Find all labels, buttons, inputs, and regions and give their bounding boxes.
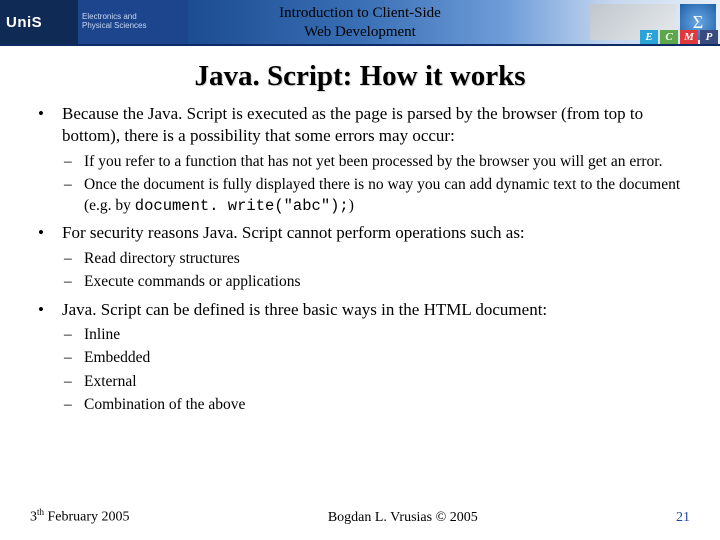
bullet-1: Because the Java. Script is executed as …	[28, 103, 692, 216]
footer-author: Bogdan L. Vrusias © 2005	[328, 510, 478, 526]
slide-content: Because the Java. Script is executed as …	[0, 93, 720, 416]
bullet-3-sub-2: Embedded	[62, 348, 692, 368]
bullet-3-sub-4: Combination of the above	[62, 395, 692, 415]
bullet-1-sub-2: Once the document is fully displayed the…	[62, 175, 692, 216]
bullet-2: For security reasons Java. Script cannot…	[28, 222, 692, 292]
bullet-2-sub-2: Execute commands or applications	[62, 272, 692, 292]
badge-c: C	[660, 30, 678, 44]
slide-title: Java. Script: How it works	[0, 60, 720, 93]
bullet-3-sub-1: Inline	[62, 325, 692, 345]
ecmp-badges: E C M P	[640, 30, 718, 44]
bullet-1-sub-1: If you refer to a function that has not …	[62, 152, 692, 172]
badge-p: P	[700, 30, 718, 44]
header-right-logos: Σ E C M P	[590, 0, 720, 44]
header-bar: UniS Electronics and Physical Sciences I…	[0, 0, 720, 44]
bullet-1-text: Because the Java. Script is executed as …	[62, 104, 643, 145]
footer-date: 3th February 2005	[30, 507, 130, 526]
slide-footer: 3th February 2005 Bogdan L. Vrusias © 20…	[0, 507, 720, 526]
bullet-3: Java. Script can be defined is three bas…	[28, 299, 692, 416]
header-separator	[0, 44, 720, 46]
footer-page-number: 21	[676, 510, 690, 526]
code-snippet: document. write("abc");	[135, 197, 349, 215]
bullet-3-sub-3: External	[62, 372, 692, 392]
bullet-3-text: Java. Script can be defined is three bas…	[62, 300, 547, 319]
bullet-2-text: For security reasons Java. Script cannot…	[62, 223, 525, 242]
badge-e: E	[640, 30, 658, 44]
bullet-2-sub-1: Read directory structures	[62, 249, 692, 269]
badge-m: M	[680, 30, 698, 44]
